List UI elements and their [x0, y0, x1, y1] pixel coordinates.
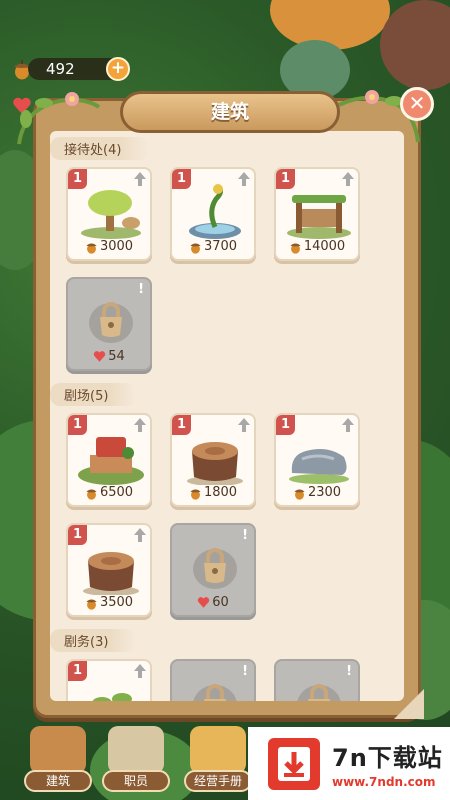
lock-icon	[89, 302, 133, 343]
staff-icon	[108, 726, 164, 774]
watermark-title: 7n下载站	[332, 744, 443, 772]
add-acorn-button[interactable]: +	[106, 57, 130, 81]
lock-icon	[297, 684, 341, 701]
building-panel: 建筑 ✕ 接待处(4) 1 3000 1 3700 1 14000! 54 剧场(5) 1 6500…	[17, 87, 434, 719]
nav-manual-label: 经营手册	[184, 770, 252, 792]
tree-stump-icon	[83, 552, 139, 595]
nav-manual[interactable]: 经营手册	[182, 726, 254, 796]
acorn-icon	[86, 489, 97, 500]
panel-title: 建筑	[120, 91, 340, 133]
download-logo-icon	[268, 737, 320, 790]
price: 60	[172, 595, 254, 610]
close-button[interactable]: ✕	[400, 87, 434, 121]
price-value: 54	[108, 349, 125, 364]
section-header: 剧务(3)	[50, 629, 404, 652]
building-card[interactable]: 1 2300	[274, 413, 360, 507]
locked-building-card[interactable]: ! 54	[66, 277, 152, 371]
building-card[interactable]: 1 3700	[170, 167, 256, 261]
lock-icon	[193, 548, 237, 589]
section-title: 剧务(3)	[50, 629, 137, 652]
price-value: 3000	[99, 239, 134, 254]
acorn-icon	[86, 599, 97, 610]
heart-icon	[94, 351, 106, 362]
nav-build-label: 建筑	[24, 770, 92, 792]
price-value: 2300	[307, 485, 342, 500]
building-grid: 1!!	[50, 655, 404, 701]
price-value: 6500	[99, 485, 134, 500]
building-card[interactable]: 1 1800	[170, 413, 256, 507]
watermark-url: www.7ndn.com	[332, 775, 436, 789]
building-card[interactable]: 1	[66, 659, 152, 701]
locked-building-card[interactable]: !	[274, 659, 360, 701]
acorn-icon	[86, 243, 97, 254]
price: 2300	[276, 485, 358, 500]
acorn-icon	[190, 243, 201, 254]
price-value: 60	[212, 595, 229, 610]
vine-fountain-icon	[189, 184, 241, 239]
price: 54	[68, 349, 150, 364]
acorn-count: 492	[46, 60, 75, 78]
locked-building-card[interactable]: !	[170, 659, 256, 701]
wooden-gate-icon	[287, 195, 351, 239]
price: 3000	[68, 239, 150, 254]
price-value: 1800	[203, 485, 238, 500]
price-value: 3500	[99, 595, 134, 610]
building-card[interactable]: 1 3500	[66, 523, 152, 617]
building-grid: 1 3000 1 3700 1 14000 ! 54	[50, 163, 404, 377]
locked-building-card[interactable]: ! 60	[170, 523, 256, 617]
nav-build[interactable]: 建筑	[22, 726, 94, 796]
book-icon	[190, 726, 246, 774]
building-card[interactable]: 1 6500	[66, 413, 152, 507]
stone-icon	[289, 449, 349, 484]
acorn-icon	[290, 243, 301, 254]
building-card[interactable]: 1 14000	[274, 167, 360, 261]
house-icon	[30, 726, 86, 774]
watermark: 7n下载站 www.7ndn.com	[248, 727, 450, 800]
acorn-counter: 492 +	[12, 57, 130, 81]
price: 6500	[68, 485, 150, 500]
building-list[interactable]: 接待处(4) 1 3000 1 3700 1 14000! 54 剧场(5) 1 6500 1 1800…	[50, 131, 404, 701]
stage-icon	[78, 437, 144, 485]
nav-staff[interactable]: 职员	[100, 726, 172, 796]
price: 3700	[172, 239, 254, 254]
section-header: 剧场(5)	[50, 383, 404, 406]
nav-staff-label: 职员	[102, 770, 170, 792]
mushroom-tree-icon	[81, 190, 141, 239]
price: 3500	[68, 595, 150, 610]
sprout-icon	[92, 693, 132, 701]
price: 1800	[172, 485, 254, 500]
price: 14000	[276, 239, 358, 254]
section-title: 剧场(5)	[50, 383, 137, 406]
curled-page-corner	[394, 689, 424, 719]
acorn-icon	[294, 489, 305, 500]
acorn-icon	[190, 489, 201, 500]
building-card[interactable]: 1 3000	[66, 167, 152, 261]
price-value: 14000	[303, 239, 346, 254]
price-value: 3700	[203, 239, 238, 254]
lock-icon	[193, 684, 237, 701]
vine-decoration	[17, 92, 101, 145]
tree-stump-icon	[187, 442, 243, 485]
heart-icon	[198, 597, 210, 608]
building-grid: 1 6500 1 1800 1 2300 1 3500! 60	[50, 409, 404, 623]
